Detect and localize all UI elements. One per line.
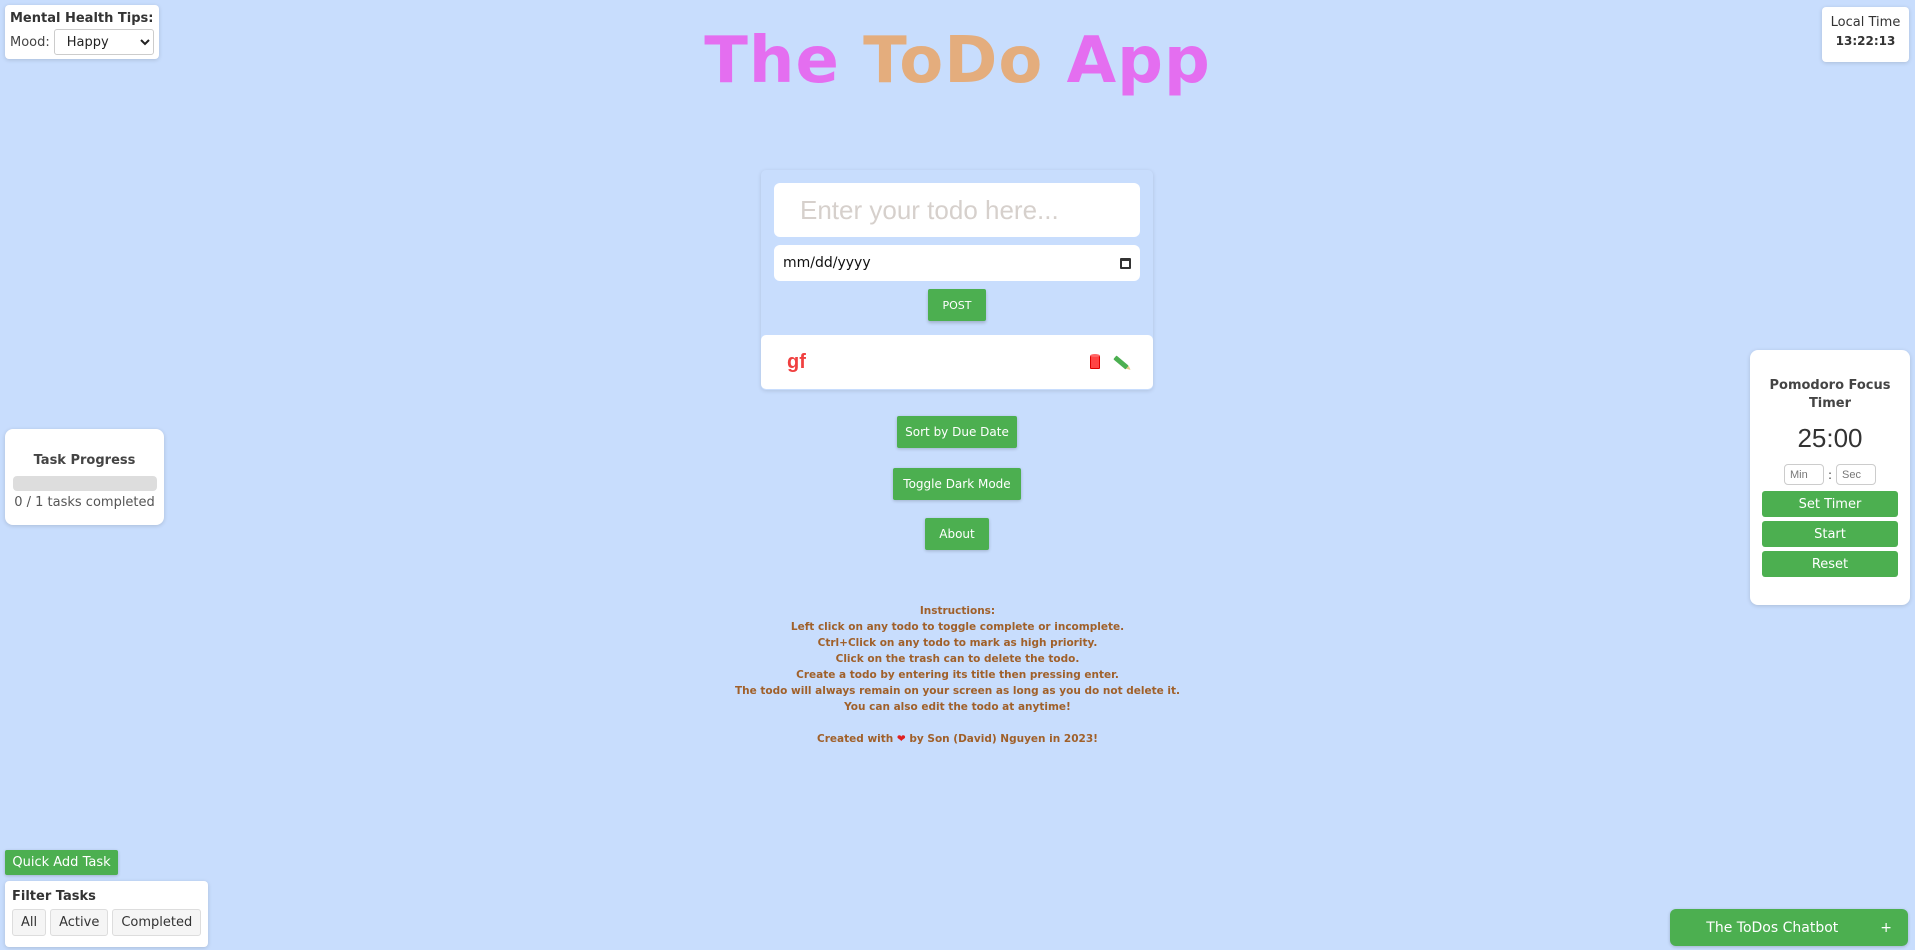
calendar-icon[interactable] xyxy=(1120,257,1131,269)
todo-item[interactable]: gf xyxy=(761,335,1153,389)
sort-by-due-date-button[interactable]: Sort by Due Date xyxy=(897,416,1017,448)
about-button[interactable]: About xyxy=(925,518,989,550)
filter-tasks-widget: Filter Tasks All Active Completed xyxy=(5,881,208,947)
filter-active-button[interactable]: Active xyxy=(50,909,109,936)
instruction-line: Create a todo by entering its title then… xyxy=(796,669,1119,681)
quick-add-task-button[interactable]: Quick Add Task xyxy=(5,850,118,875)
pomodoro-widget: Pomodoro Focus Timer 25:00 : Set Timer S… xyxy=(1750,350,1910,605)
instruction-line: The todo will always remain on your scre… xyxy=(734,685,1180,697)
title-word-the: The xyxy=(704,24,840,98)
instruction-line: You can also edit the todo at anytime! xyxy=(844,701,1071,713)
local-time-label: Local Time xyxy=(1830,15,1901,30)
time-separator: : xyxy=(1827,467,1833,482)
todo-title[interactable]: gf xyxy=(787,351,1090,374)
plus-icon[interactable]: + xyxy=(1880,920,1892,936)
post-button[interactable]: POST xyxy=(928,289,986,321)
local-time-value: 13:22:13 xyxy=(1835,34,1896,48)
pomodoro-title: Pomodoro Focus Timer xyxy=(1769,378,1891,411)
filter-completed-button[interactable]: Completed xyxy=(112,909,202,936)
chatbot-toggle-bar[interactable]: The ToDos Chatbot + xyxy=(1670,909,1908,946)
pomodoro-time: 25:00 xyxy=(1797,423,1863,453)
trash-icon[interactable] xyxy=(1090,354,1100,369)
instructions: Instructions: Left click on any todo to … xyxy=(0,603,1915,747)
toggle-dark-mode-button[interactable]: Toggle Dark Mode xyxy=(893,468,1021,500)
pencil-icon[interactable] xyxy=(1113,354,1129,370)
due-date-input[interactable]: mm/dd/yyyy xyxy=(774,245,1140,281)
instruction-line: Click on the trash can to delete the tod… xyxy=(835,653,1080,665)
chatbot-label: The ToDos Chatbot xyxy=(1706,919,1839,936)
reset-timer-button[interactable]: Reset xyxy=(1762,551,1898,577)
instruction-line: Ctrl+Click on any todo to mark as high p… xyxy=(817,637,1098,649)
credit-before: Created with xyxy=(817,733,894,745)
progress-summary: 0 / 1 tasks completed xyxy=(14,495,155,510)
todo-form: mm/dd/yyyy POST gf xyxy=(761,170,1153,390)
set-timer-button[interactable]: Set Timer xyxy=(1762,491,1898,517)
task-progress-widget: Task Progress 0 / 1 tasks completed xyxy=(5,429,164,525)
filter-title: Filter Tasks xyxy=(12,889,96,904)
date-placeholder: mm/dd/yyyy xyxy=(783,255,871,271)
local-time-widget: Local Time 13:22:13 xyxy=(1822,7,1909,62)
title-word-app: App xyxy=(1066,24,1211,98)
heart-icon: ❤ xyxy=(896,733,906,745)
title-word-todo: ToDo xyxy=(863,24,1044,98)
credit-after: by Son (David) Nguyen in 2023! xyxy=(909,733,1098,745)
instructions-heading: Instructions: xyxy=(919,605,996,617)
todo-input[interactable] xyxy=(774,183,1140,237)
seconds-input[interactable] xyxy=(1836,464,1877,485)
instruction-line: Left click on any todo to toggle complet… xyxy=(790,621,1125,633)
minutes-input[interactable] xyxy=(1783,464,1824,485)
progress-bar xyxy=(12,476,157,491)
task-progress-title: Task Progress xyxy=(33,453,136,468)
filter-all-button[interactable]: All xyxy=(12,909,47,936)
credit-line: Created with ❤ by Son (David) Nguyen in … xyxy=(0,731,1915,747)
app-title: The ToDo App xyxy=(0,24,1915,98)
start-timer-button[interactable]: Start xyxy=(1762,521,1898,547)
